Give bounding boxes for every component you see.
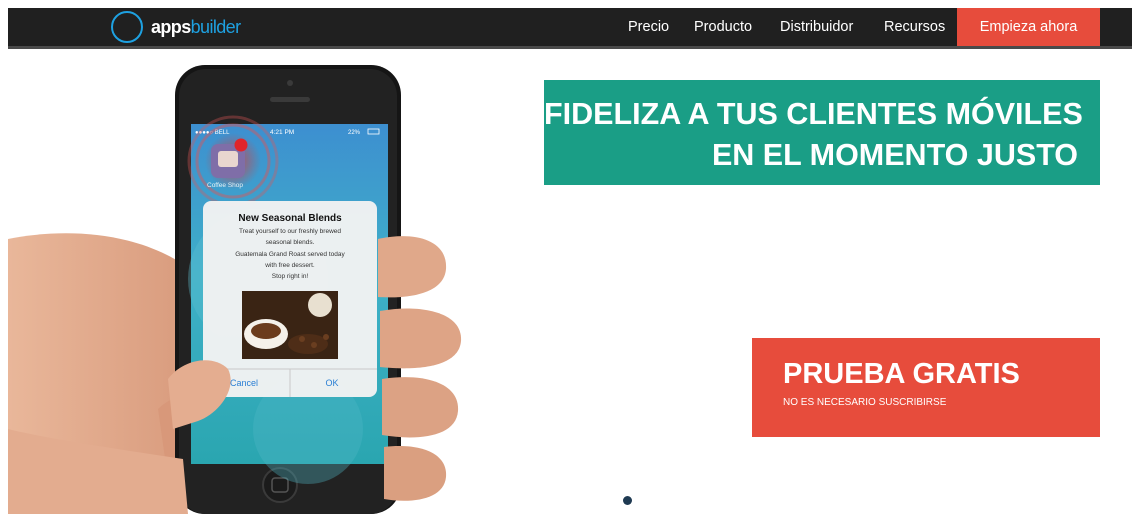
status-time: 4:21 PM	[270, 129, 294, 136]
top-nav-bar: appsbuilder Precio Producto Distribuidor…	[8, 8, 1132, 49]
brand-logo[interactable]: appsbuilder	[111, 8, 241, 46]
notification-cancel-button[interactable]: Cancel	[230, 378, 258, 388]
headline-line-1: FIDELIZA A TUS CLIENTES MÓVILES	[544, 97, 1083, 131]
push-notification-dialog: New Seasonal Blends Treat yourself to ou…	[203, 201, 377, 397]
hero-section: ●●●●○ BELL 4:21 PM 22% Coffee Shop New S…	[8, 49, 1132, 514]
app-label: Coffee Shop	[207, 182, 243, 189]
headline-line-2: EN EL MOMENTO JUSTO	[711, 138, 1078, 172]
nav-link-recursos[interactable]: Recursos	[884, 8, 945, 46]
nav-link-distribuidor[interactable]: Distribuidor	[780, 8, 853, 46]
notification-line-2: seasonal blends.	[266, 239, 315, 246]
phone-in-hand-illustration: ●●●●○ BELL 4:21 PM 22% Coffee Shop New S…	[8, 65, 462, 514]
notification-ok-button[interactable]: OK	[325, 378, 338, 388]
brand-name-builder: builder	[190, 17, 241, 37]
notification-title: New Seasonal Blends	[238, 213, 342, 224]
status-battery: 22%	[348, 130, 361, 136]
logo-ring-icon	[111, 11, 143, 43]
notification-line-4: with free dessert.	[264, 262, 315, 269]
notification-badge-icon	[234, 138, 248, 152]
notification-line-5: Stop right in!	[272, 273, 309, 280]
free-trial-subtitle: NO ES NECESARIO SUSCRIBIRSE	[783, 397, 947, 408]
start-now-button[interactable]: Empieza ahora	[957, 8, 1100, 46]
brand-name-apps: apps	[151, 17, 191, 37]
notification-line-3: Guatemala Grand Roast served today	[235, 251, 345, 258]
nav-link-producto[interactable]: Producto	[694, 8, 752, 46]
free-trial-button[interactable]: PRUEBA GRATIS NO ES NECESARIO SUSCRIBIRS…	[752, 338, 1100, 437]
notification-line-1: Treat yourself to our freshly brewed	[239, 228, 341, 235]
headline-banner: FIDELIZA A TUS CLIENTES MÓVILES EN EL MO…	[544, 80, 1100, 185]
free-trial-title: PRUEBA GRATIS	[783, 358, 1020, 390]
carousel-dot[interactable]	[623, 496, 632, 505]
nav-link-precio[interactable]: Precio	[628, 8, 669, 46]
coffee-cup-image	[242, 291, 338, 359]
brand-name: appsbuilder	[151, 8, 241, 46]
